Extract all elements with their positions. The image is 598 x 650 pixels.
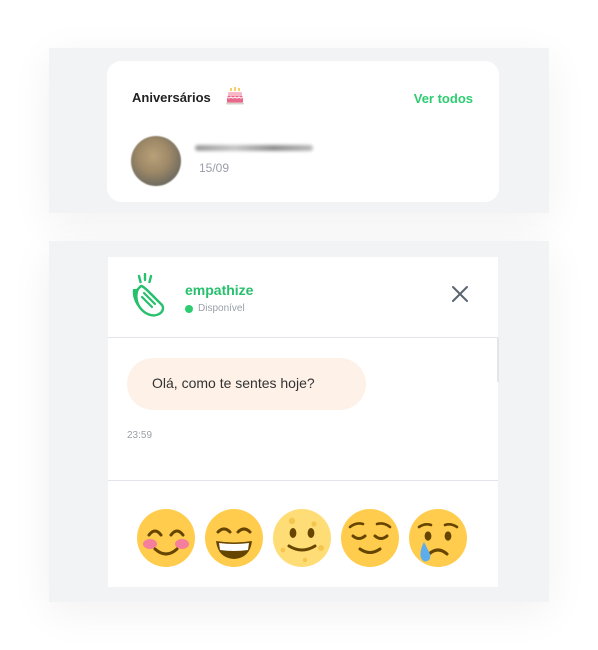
- grinning-face-icon[interactable]: [204, 508, 264, 568]
- message-timestamp: 23:59: [127, 430, 153, 441]
- relieved-face-icon[interactable]: [340, 508, 400, 568]
- see-all-link[interactable]: Ver todos: [414, 91, 473, 106]
- mood-selector: [108, 481, 498, 587]
- chat-header: empathize Disponível: [108, 257, 498, 338]
- slightly-smiling-face-icon[interactable]: [272, 508, 332, 568]
- chat-status: Disponível: [198, 303, 245, 314]
- avatar[interactable]: [131, 136, 181, 186]
- birthday-date: 15/09: [199, 161, 230, 175]
- message-text: Olá, como te sentes hoje?: [152, 375, 315, 391]
- blurred-name: [195, 145, 313, 151]
- chat-bot-name: empathize: [185, 282, 254, 298]
- crying-face-icon[interactable]: [408, 508, 468, 568]
- smiling-face-with-blush-icon[interactable]: [136, 508, 196, 568]
- birthdays-title: Aniversários: [132, 90, 211, 105]
- chat-widget: empathize Disponível Olá, como te sentes…: [108, 257, 499, 587]
- chat-bubble: Olá, como te sentes hoje?: [127, 358, 366, 410]
- clapping-hands-icon: [132, 273, 165, 317]
- close-icon[interactable]: [450, 284, 470, 304]
- scrollbar[interactable]: [497, 338, 499, 382]
- birthdays-card: Aniversários Ver todos 15/09: [107, 61, 499, 202]
- chat-messages: Olá, como te sentes hoje? 23:59: [108, 338, 499, 481]
- birthday-cake-icon: [226, 87, 244, 105]
- online-status-dot: [185, 305, 193, 313]
